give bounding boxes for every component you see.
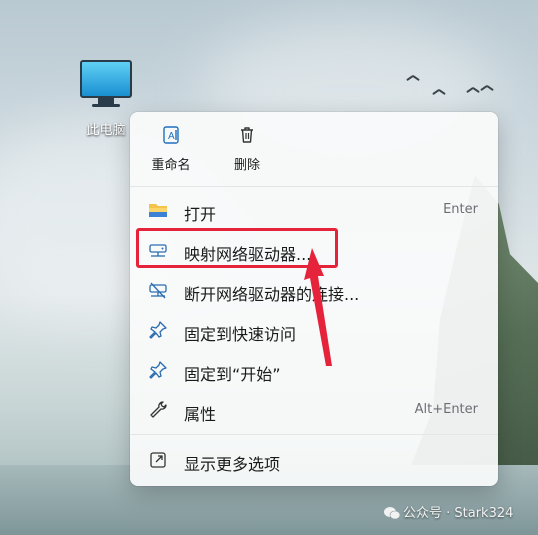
- pin-icon: [149, 361, 167, 379]
- svg-text:A: A: [168, 131, 175, 142]
- delete-label: 删除: [233, 158, 260, 173]
- this-pc-desktop-icon[interactable]: 此电脑: [74, 60, 138, 138]
- menu-divider: [130, 186, 498, 187]
- menu-item-label: 固定到“开始”: [184, 365, 281, 384]
- menu-item-label: 打开: [184, 205, 217, 224]
- watermark: 公众号 · Stark324: [384, 502, 513, 521]
- annotation-arrow: [304, 248, 332, 366]
- desktop-icon-label: 此电脑: [86, 123, 126, 138]
- menu-item-label: 固定到快速访问: [184, 325, 297, 344]
- menu-item-open[interactable]: 打开 Enter: [138, 192, 490, 228]
- wrench-icon: [150, 401, 167, 418]
- menu-item-properties[interactable]: 属性 Alt+Enter: [138, 392, 490, 428]
- watermark-text: 公众号 · Stark324: [403, 506, 514, 521]
- disconnect-network-drive-icon: [149, 282, 167, 299]
- folder-icon: [149, 204, 167, 217]
- delete-button[interactable]: 删除: [220, 122, 274, 180]
- shortcut-text: Enter: [443, 202, 478, 217]
- rename-label: 重命名: [151, 158, 191, 173]
- rename-button[interactable]: A 重命名: [144, 122, 198, 180]
- shortcut-text: Alt+Enter: [414, 402, 478, 417]
- menu-item-label: 显示更多选项: [184, 455, 281, 474]
- pin-icon: [149, 321, 167, 339]
- trash-icon: [241, 127, 253, 143]
- menu-divider: [130, 434, 498, 435]
- quick-actions-row: A 重命名 删除: [130, 112, 498, 186]
- menu-item-show-more-options[interactable]: 显示更多选项: [138, 442, 490, 478]
- menu-item-label: 属性: [184, 405, 217, 424]
- wechat-icon: [384, 507, 400, 520]
- monitor-icon: [74, 60, 138, 107]
- rename-icon: A: [163, 126, 179, 144]
- more-options-icon: [150, 452, 166, 468]
